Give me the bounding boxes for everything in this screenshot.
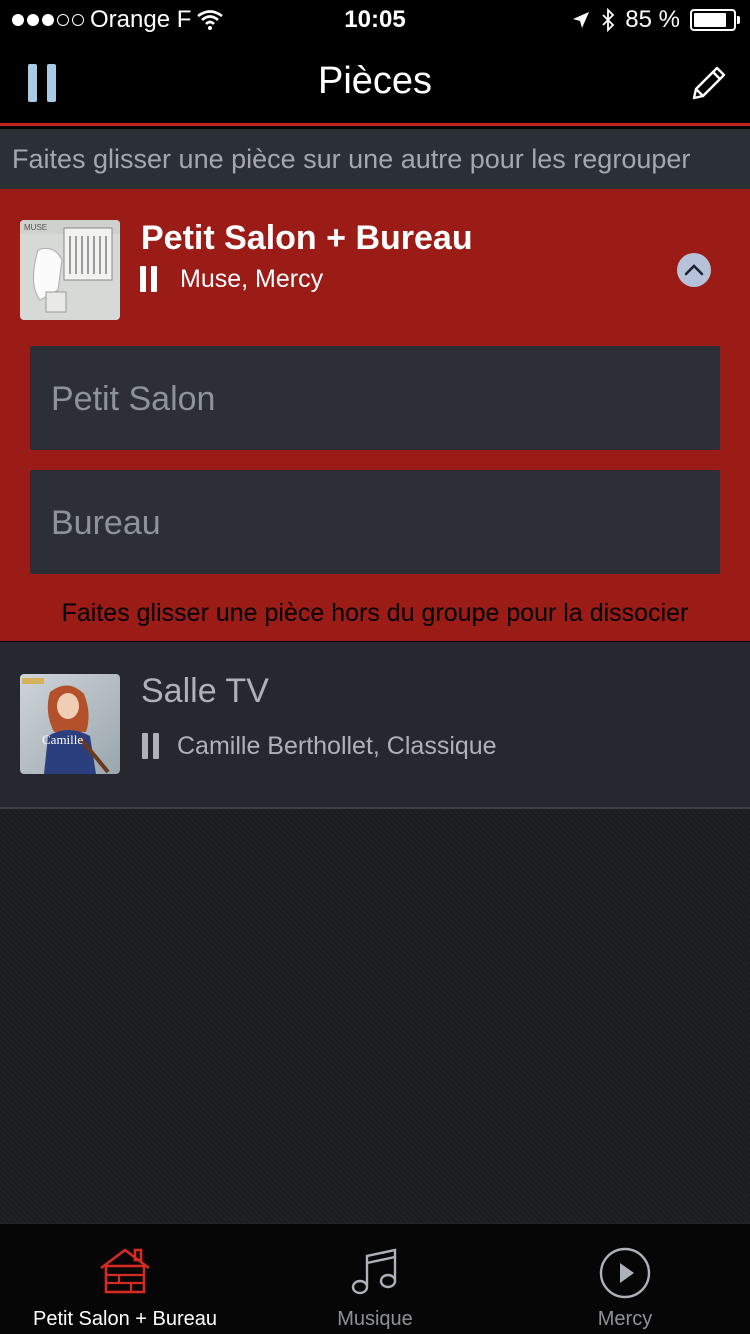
room-salle-tv[interactable]: Camille Salle TV Camille Berthollet, Cla… [0,642,750,809]
music-note-icon [351,1248,397,1295]
now-playing: Camille Berthollet, Classique [177,732,497,760]
room-title: Salle TV [141,672,269,710]
battery-icon [690,9,740,31]
tab-label: Petit Salon + Bureau [32,1308,217,1330]
member-label: Bureau [51,504,161,542]
room-group[interactable]: MUSE Petit Salon + Bureau Muse, Mercy Pe… [0,189,750,641]
member-label: Petit Salon [51,380,216,418]
chevron-up-icon[interactable] [677,253,711,287]
svg-text:MUSE: MUSE [24,223,47,232]
tab-music[interactable]: Musique [250,1224,500,1334]
tab-bar: Petit Salon + Bureau Musique Mercy [0,1223,750,1334]
pencil-icon[interactable] [686,62,730,106]
group-member-petit-salon[interactable]: Petit Salon [30,346,720,450]
album-art-camille: Camille [20,674,120,774]
status-right: 85 % [571,6,740,34]
group-title: Petit Salon + Bureau [141,219,473,257]
tab-rooms[interactable]: Petit Salon + Bureau [0,1224,250,1334]
regroup-hint: Faites glisser une pièce sur une autre p… [0,129,750,189]
tab-label: Musique [337,1308,413,1330]
location-icon [573,12,590,28]
page-title: Pièces [317,60,433,102]
battery-percent: 85 % [625,6,680,33]
album-art-text: Camille [42,732,83,747]
nav-bar: Pièces [0,40,750,126]
tab-label: Mercy [597,1308,653,1330]
play-circle-icon [599,1247,651,1299]
bluetooth-icon [602,8,615,32]
group-member-bureau[interactable]: Bureau [30,470,720,574]
empty-area [0,809,750,1223]
album-art-muse: MUSE [20,220,120,320]
house-icon [100,1248,150,1294]
pause-icon [140,266,158,292]
dissociate-hint: Faites glisser une pièce hors du groupe … [61,599,689,627]
pause-icon [142,733,160,759]
status-bar: Orange F 10:05 85 % [0,0,750,40]
now-playing: Muse, Mercy [180,265,324,293]
tab-now-playing[interactable]: Mercy [500,1224,750,1334]
